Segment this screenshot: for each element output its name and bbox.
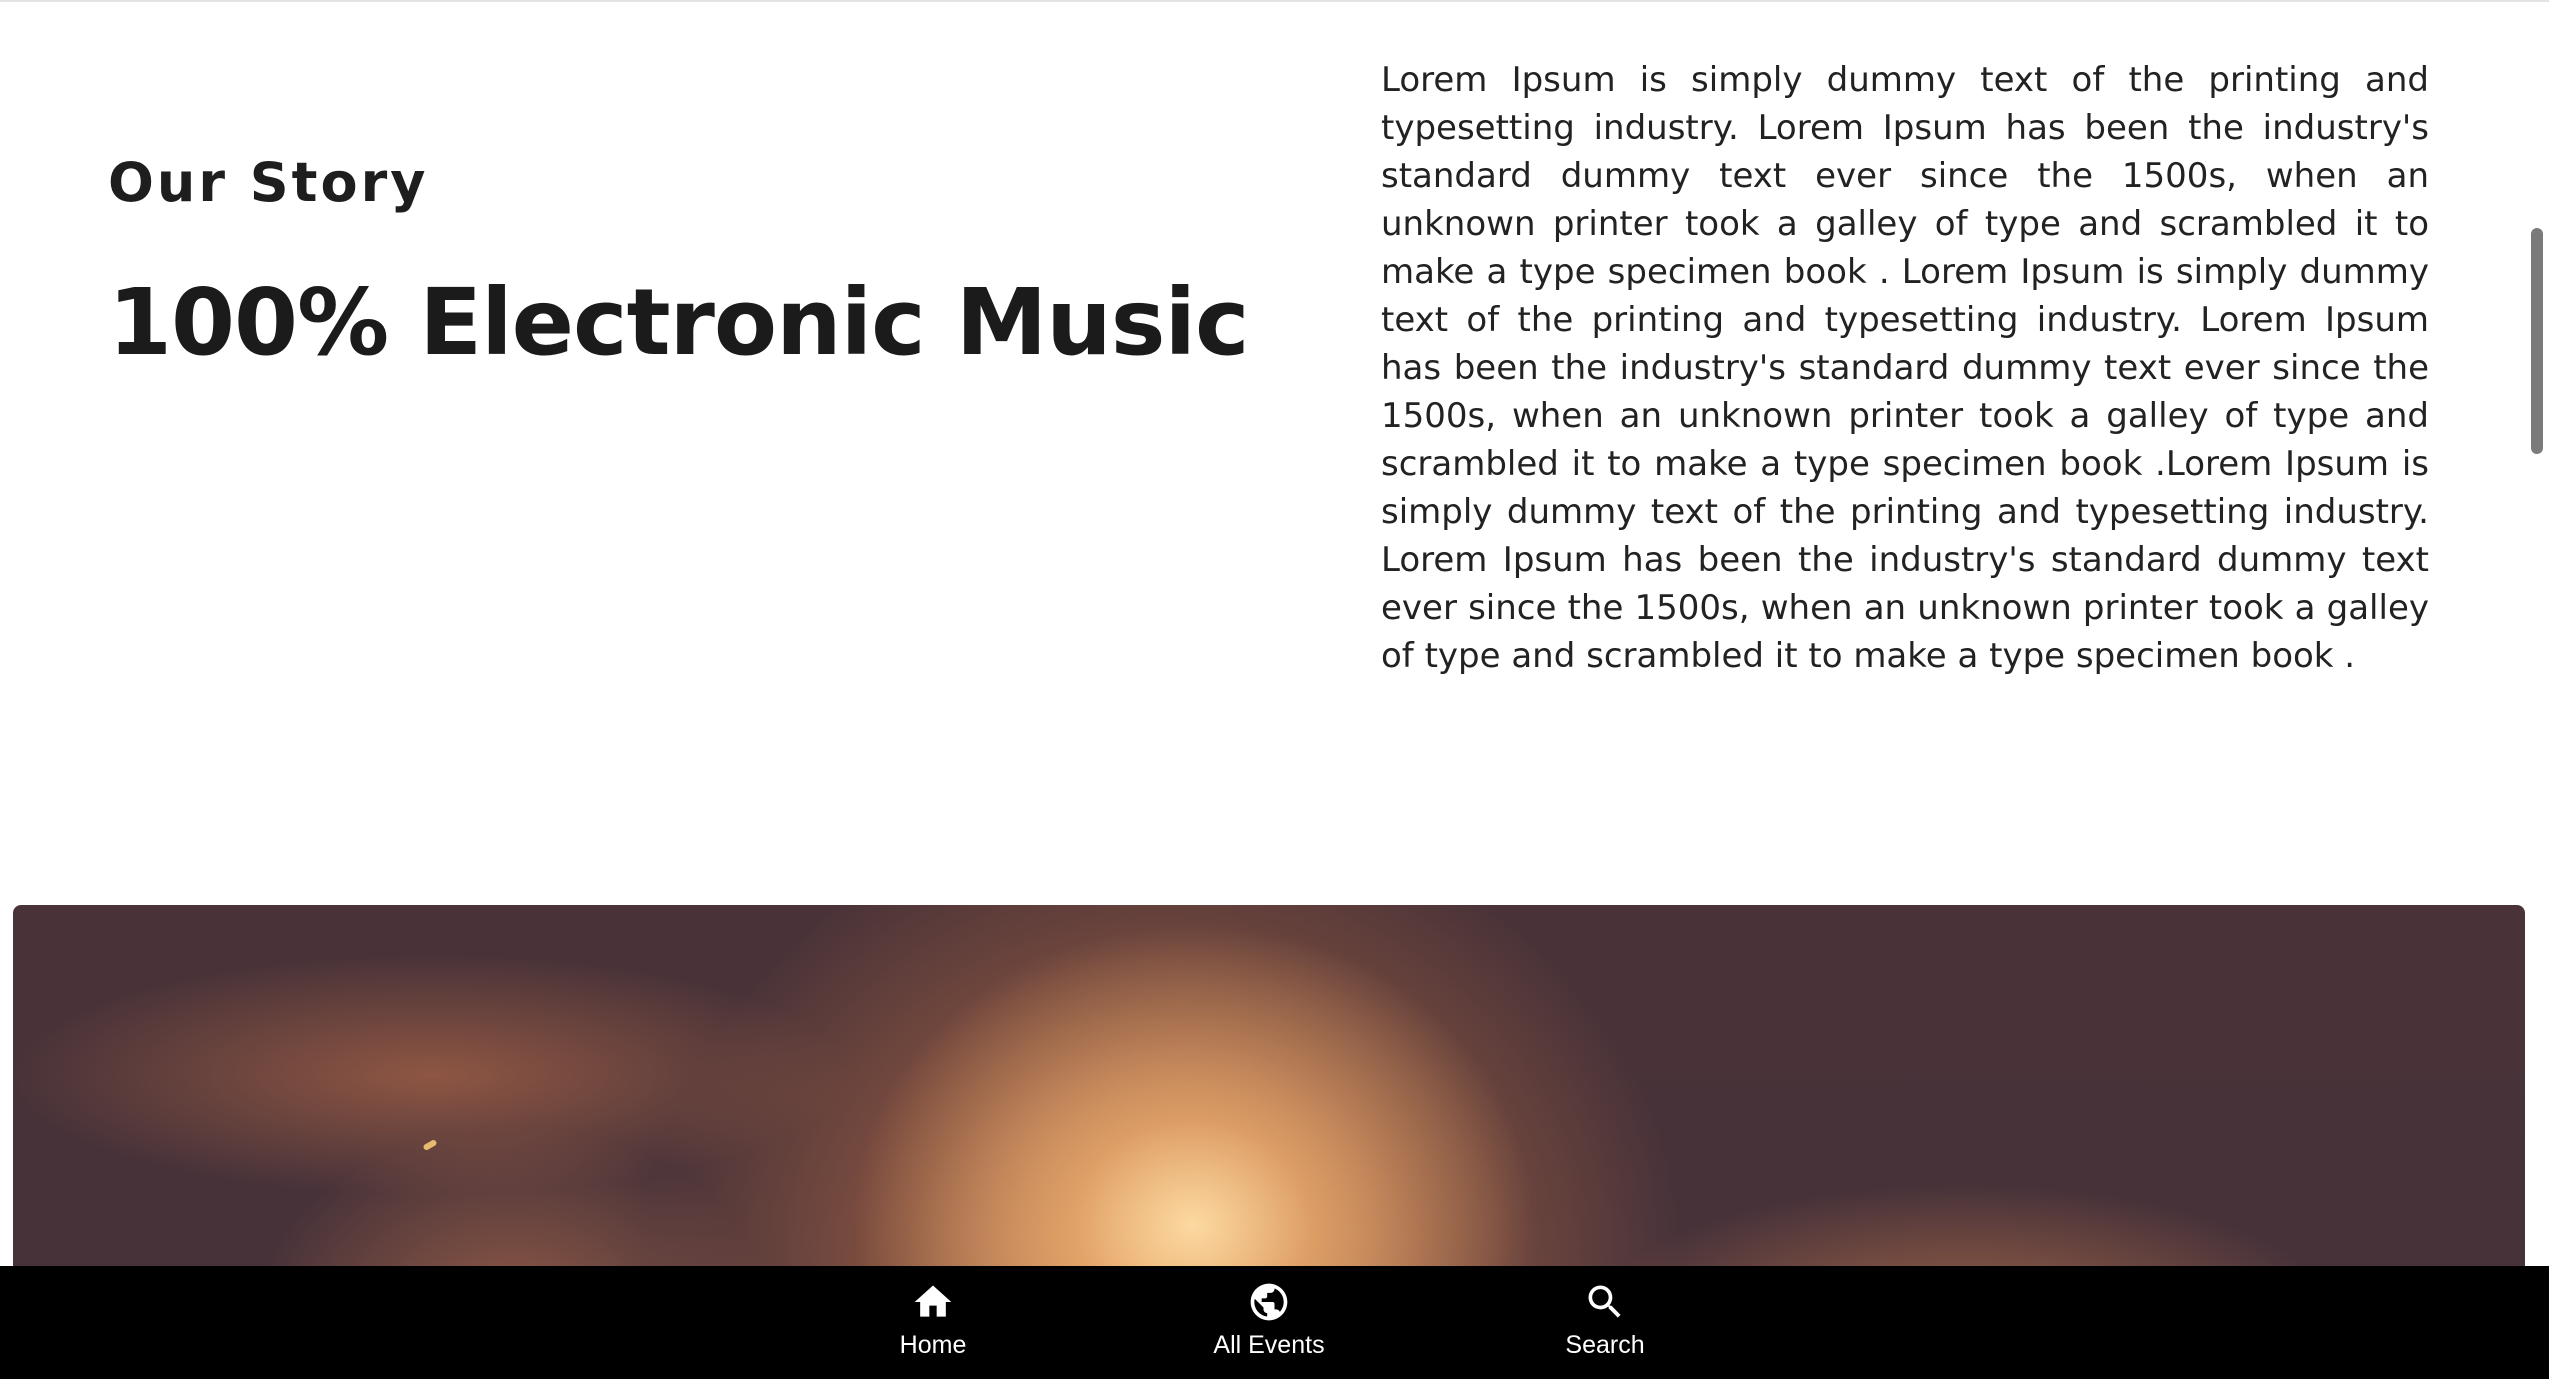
globe-icon: [1250, 1283, 1288, 1321]
nav-home[interactable]: Home: [823, 1280, 1043, 1370]
nav-all-events-label: All Events: [1213, 1331, 1325, 1359]
search-icon: [1588, 1285, 1621, 1318]
bottom-navigation: Home All Events Search: [0, 1266, 2549, 1379]
hero-light-speck: [422, 1138, 438, 1152]
story-header: Our Story 100% Electronic Music: [108, 150, 1308, 378]
nav-search[interactable]: Search: [1495, 1280, 1715, 1370]
page-title: 100% Electronic Music: [108, 269, 1250, 376]
home-icon: [914, 1285, 952, 1317]
section-eyebrow: Our Story: [108, 151, 429, 214]
nav-home-label: Home: [899, 1331, 967, 1359]
scrollbar[interactable]: [2531, 228, 2543, 454]
nav-search-label: Search: [1565, 1331, 1645, 1359]
top-divider: [0, 0, 2549, 2]
nav-all-events[interactable]: All Events: [1159, 1280, 1379, 1370]
story-paragraph: Lorem Ipsum is simply dummy text of the …: [1381, 60, 2429, 676]
